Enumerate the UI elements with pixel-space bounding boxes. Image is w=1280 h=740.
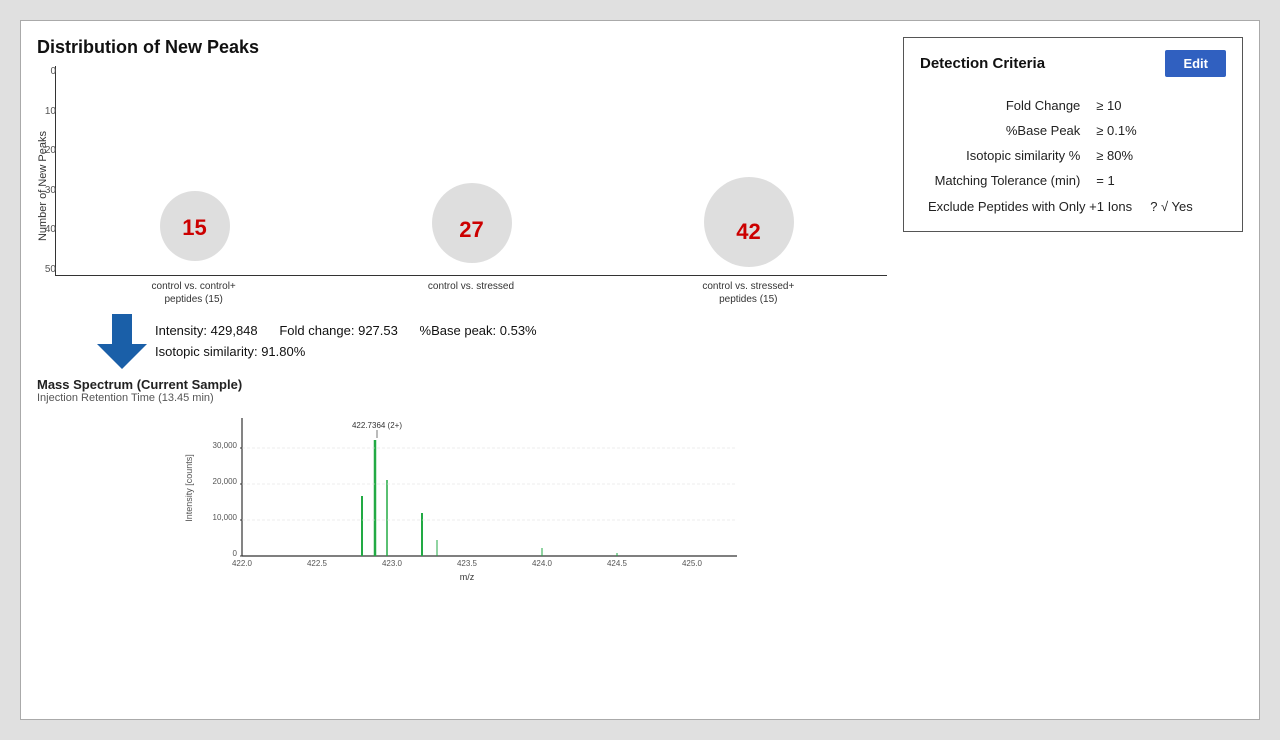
- criteria-value-tolerance: = 1: [1088, 168, 1226, 193]
- criteria-row-exclude: Exclude Peptides with Only +1 Ions ? √ Y…: [920, 193, 1226, 219]
- criteria-label-exclude: Exclude Peptides with Only +1 Ions ? √ Y…: [920, 193, 1226, 219]
- criteria-row-fold-change: Fold Change ≥ 10: [920, 93, 1226, 118]
- svg-text:20,000: 20,000: [213, 477, 238, 486]
- criteria-table: Fold Change ≥ 10 %Base Peak ≥ 0.1% Isoto…: [920, 93, 1226, 219]
- x-labels-row: control vs. control+peptides (15) contro…: [55, 276, 887, 306]
- svg-text:m/z: m/z: [460, 572, 475, 582]
- criteria-header: Detection Criteria Edit: [920, 50, 1226, 77]
- bubble-number-1: 15: [182, 215, 206, 241]
- criteria-value-base-peak: ≥ 0.1%: [1088, 118, 1226, 143]
- y-ticks: 50 40 30 20 10 0: [28, 66, 56, 275]
- edit-button[interactable]: Edit: [1165, 50, 1226, 77]
- svg-text:Intensity [counts]: Intensity [counts]: [184, 454, 194, 522]
- svg-text:423.0: 423.0: [382, 559, 403, 568]
- bar-label-3: control vs. stressed+peptides (15): [610, 276, 887, 306]
- criteria-label-tolerance: Matching Tolerance (min): [920, 168, 1088, 193]
- stats-lines: Intensity: 429,848 Fold change: 927.53 %…: [155, 321, 537, 363]
- bubble-number-3: 42: [736, 219, 760, 245]
- criteria-value-isotopic: ≥ 80%: [1088, 143, 1226, 168]
- svg-text:422.0: 422.0: [232, 559, 253, 568]
- criteria-value-fold-change: ≥ 10: [1088, 93, 1226, 118]
- left-panel: Distribution of New Peaks Number of New …: [37, 37, 887, 703]
- svg-text:423.5: 423.5: [457, 559, 478, 568]
- criteria-row-base-peak: %Base Peak ≥ 0.1%: [920, 118, 1226, 143]
- bar-label-2: control vs. stressed: [332, 276, 609, 306]
- fold-change-label: Fold change: 927.53: [279, 323, 398, 338]
- down-arrow-icon: [97, 314, 147, 369]
- chart-plot: 50 40 30 20 10 0 15: [55, 66, 887, 276]
- intensity-label: Intensity: 429,848: [155, 323, 258, 338]
- criteria-label-fold-change: Fold Change: [920, 93, 1088, 118]
- svg-text:425.0: 425.0: [682, 559, 703, 568]
- spectrum-title: Mass Spectrum (Current Sample): [37, 377, 887, 392]
- chart-inner: 50 40 30 20 10 0 15: [55, 66, 887, 306]
- panel-title: Distribution of New Peaks: [37, 37, 887, 58]
- svg-text:10,000: 10,000: [213, 513, 238, 522]
- criteria-row-tolerance: Matching Tolerance (min) = 1: [920, 168, 1226, 193]
- criteria-title: Detection Criteria: [920, 55, 1045, 72]
- svg-text:422.7364 (2+): 422.7364 (2+): [352, 421, 402, 430]
- criteria-label-base-peak: %Base Peak: [920, 118, 1088, 143]
- bar-chart-area: Number of New Peaks 50 40 30 20 10 0: [37, 66, 887, 306]
- isotopic-label: Isotopic similarity: 91.80%: [155, 344, 305, 359]
- right-panel: Detection Criteria Edit Fold Change ≥ 10…: [903, 37, 1243, 703]
- svg-text:424.0: 424.0: [532, 559, 553, 568]
- main-container: Distribution of New Peaks Number of New …: [20, 20, 1260, 720]
- svg-text:422.5: 422.5: [307, 559, 328, 568]
- spectrum-chart: Intensity [counts] 0 10,000 20,000 30,00…: [37, 408, 887, 588]
- criteria-row-isotopic: Isotopic similarity % ≥ 80%: [920, 143, 1226, 168]
- bubble-number-2: 27: [459, 217, 483, 243]
- spectrum-section: Mass Spectrum (Current Sample) Injection…: [37, 377, 887, 593]
- criteria-label-isotopic: Isotopic similarity %: [920, 143, 1088, 168]
- svg-text:424.5: 424.5: [607, 559, 628, 568]
- svg-text:0: 0: [233, 549, 238, 558]
- bar-label-1: control vs. control+peptides (15): [55, 276, 332, 306]
- spectrum-subtitle: Injection Retention Time (13.45 min): [37, 392, 887, 404]
- criteria-panel: Detection Criteria Edit Fold Change ≥ 10…: [903, 37, 1243, 232]
- base-peak-label: %Base peak: 0.53%: [420, 323, 537, 338]
- svg-text:30,000: 30,000: [213, 441, 238, 450]
- arrow-section: Intensity: 429,848 Fold change: 927.53 %…: [97, 314, 887, 369]
